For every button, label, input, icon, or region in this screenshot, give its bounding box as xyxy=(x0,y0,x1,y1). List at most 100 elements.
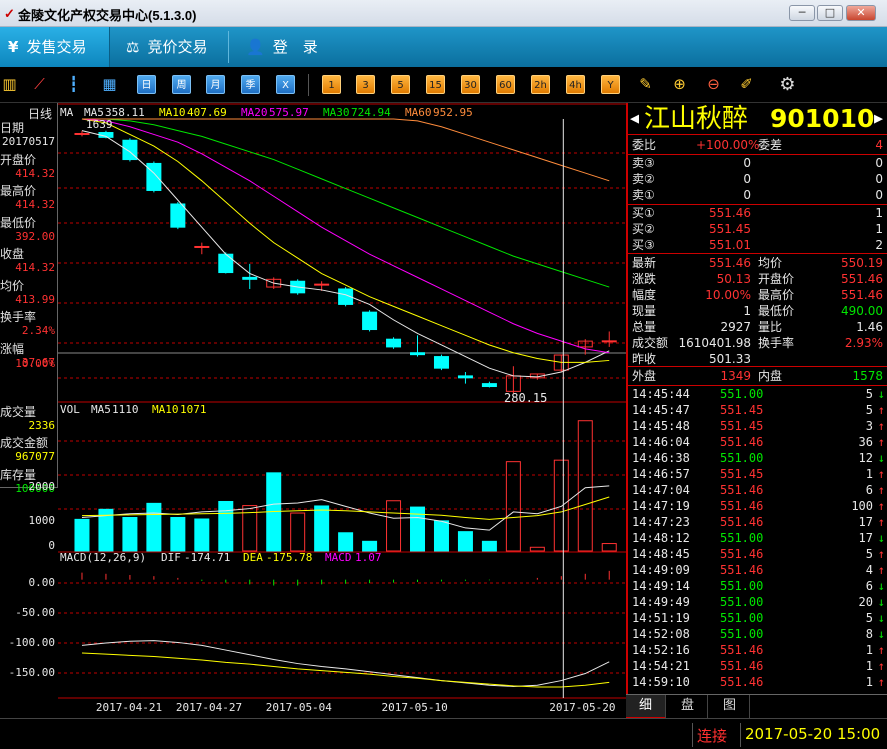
tab-auction-trading[interactable]: ⚖ 竞价交易 xyxy=(118,27,226,67)
tick-time: 14:46:04 xyxy=(632,435,690,449)
stat-value: 10.00% xyxy=(705,288,751,302)
chart-area[interactable]: MA MA5 358.11 MA10 407.69 MA20 575.97 MA30 724.9… xyxy=(58,103,626,718)
tick-volume: 12 xyxy=(858,451,873,465)
tick-price: 551.46 xyxy=(720,675,764,689)
field-value: 413.99 xyxy=(15,292,55,306)
kline-chart[interactable]: MA MA5 358.11 MA10 407.69 MA20 575.97 MA30 724.9… xyxy=(58,103,626,718)
volume-bar xyxy=(194,518,210,552)
tick-time: 14:59:10 xyxy=(632,675,690,689)
field-label: 均价 xyxy=(0,278,25,293)
stock-name: 江山秋醉 xyxy=(644,104,749,134)
bid-volume: 1 xyxy=(875,222,883,236)
calendar-icon[interactable]: ▦ xyxy=(100,75,119,94)
period-quarter-button[interactable]: 季 xyxy=(241,75,260,94)
restore-button[interactable]: □ xyxy=(817,5,843,21)
period-2h-button[interactable]: 2h xyxy=(531,75,550,94)
trade-tick-row: 14:52:08 551.00 8 ↓ xyxy=(628,626,887,642)
field-label: 收盘 xyxy=(0,247,25,261)
close-button[interactable]: ✕ xyxy=(846,5,876,21)
field-value: 414.32 xyxy=(15,261,55,274)
vol-legend-label: VOL xyxy=(60,403,80,416)
ma-legend-value: 952.95 xyxy=(433,106,473,119)
tick-time: 14:51:19 xyxy=(632,611,690,625)
stat-row: 总量 2927 量比 1.46 xyxy=(628,319,887,335)
trade-tick-row: 14:45:48 551.45 3 ↑ xyxy=(628,418,887,434)
ma-legend-label: MA10 xyxy=(159,106,186,119)
bid-row: 买③ 551.01 2 xyxy=(628,237,887,253)
period-week-button[interactable]: 周 xyxy=(172,75,191,94)
tick-price: 551.46 xyxy=(720,547,764,561)
bid-price: 551.45 xyxy=(709,222,751,236)
volume-bar xyxy=(122,517,138,552)
stat-label: 现量 xyxy=(632,304,657,318)
ask-volume: 0 xyxy=(875,188,883,202)
trade-tick-row: 14:49:49 551.00 20 ↓ xyxy=(628,594,887,610)
tab-orderbook[interactable]: 盘 xyxy=(668,695,708,719)
tick-direction-icon: ↑ xyxy=(877,499,885,513)
period-4h-button[interactable]: 4h xyxy=(566,75,585,94)
tick-volume: 5 xyxy=(865,403,873,417)
line-chart-icon[interactable]: ⟋ xyxy=(30,75,49,94)
ma30-line xyxy=(81,118,610,288)
period-x-button[interactable]: X xyxy=(276,75,295,94)
tick-time: 14:48:45 xyxy=(632,547,690,561)
status-divider xyxy=(692,723,693,747)
tick-direction-icon: ↓ xyxy=(877,595,885,609)
tick-time: 14:47:19 xyxy=(632,499,690,513)
period-30min-button[interactable]: 30 xyxy=(461,75,480,94)
macd-legend-value: -175.78 xyxy=(266,551,312,564)
ma-legend-value: 575.97 xyxy=(269,106,309,119)
ask-price: 0 xyxy=(743,156,751,170)
period-1min-button[interactable]: 1 xyxy=(322,75,341,94)
stat-label: 均价 xyxy=(758,256,783,270)
bar-chart-icon[interactable]: ▥ xyxy=(0,75,19,94)
main-nav: ¥ 发售交易 ⚖ 竞价交易 👤 登 录 xyxy=(0,27,887,67)
field-value: 392.00 xyxy=(15,229,55,243)
edit-note-icon[interactable]: ✎ xyxy=(636,75,655,94)
tick-time: 14:49:09 xyxy=(632,563,690,577)
ma-legend-value: 407.69 xyxy=(187,106,227,119)
tab-issue-trading[interactable]: ¥ 发售交易 xyxy=(0,27,110,67)
stat-row: 最新 551.46 均价 550.19 xyxy=(628,255,887,271)
period-3min-button[interactable]: 3 xyxy=(356,75,375,94)
tick-time: 14:49:49 xyxy=(632,595,690,609)
stat-label: 成交额 xyxy=(632,336,669,350)
tick-direction-icon: ↓ xyxy=(877,531,885,545)
trade-tick-row: 14:45:44 551.00 5 ↓ xyxy=(628,386,887,402)
vol-y-tick: 1000 xyxy=(28,514,56,527)
order-ratio-row: 委比 +100.00% 委差 4 xyxy=(628,137,887,153)
minimize-button[interactable]: ─ xyxy=(789,5,815,21)
draw-tool-icon[interactable]: ✐ xyxy=(737,75,756,94)
tab-chart[interactable]: 图 xyxy=(710,695,750,719)
trade-tick-row: 14:47:19 551.46 100 ↑ xyxy=(628,498,887,514)
volume-bar xyxy=(457,531,473,552)
tick-price: 551.45 xyxy=(720,467,764,481)
candle-down xyxy=(146,162,162,191)
prev-stock-icon[interactable]: ◀ xyxy=(630,109,639,127)
period-year-button[interactable]: Y xyxy=(601,75,620,94)
stat-row: 昨收 501.33 xyxy=(628,351,887,367)
volume-bar xyxy=(577,420,593,552)
period-day-button[interactable]: 日 xyxy=(137,75,156,94)
macd-y-tick: -50.00 xyxy=(15,606,55,619)
tick-price: 551.00 xyxy=(720,611,764,625)
stat-row: 幅度 10.00% 最高价 551.46 xyxy=(628,287,887,303)
period-month-button[interactable]: 月 xyxy=(206,75,225,94)
period-15min-button[interactable]: 15 xyxy=(426,75,445,94)
macd-legend-value: 1.07 xyxy=(355,551,382,564)
stat-value: 50.13 xyxy=(716,272,751,286)
settings-gear-icon[interactable]: ⚙ xyxy=(778,75,797,94)
tab-login[interactable]: 👤 登 录 xyxy=(238,27,338,67)
tick-volume: 6 xyxy=(865,483,873,497)
tab-detail[interactable]: 细 xyxy=(626,695,666,719)
period-60min-button[interactable]: 60 xyxy=(496,75,515,94)
candlestick-icon[interactable]: ┇ xyxy=(64,75,83,94)
period-5min-button[interactable]: 5 xyxy=(391,75,410,94)
stat-label: 开盘价 xyxy=(758,272,795,286)
zoom-out-icon[interactable]: ⊖ xyxy=(704,75,723,94)
next-stock-icon[interactable]: ▶ xyxy=(874,109,883,127)
tick-volume: 5 xyxy=(865,547,873,561)
zoom-in-icon[interactable]: ⊕ xyxy=(670,75,689,94)
tick-time: 14:45:48 xyxy=(632,419,690,433)
status-datetime: 2017-05-20 15:00 xyxy=(745,725,881,743)
